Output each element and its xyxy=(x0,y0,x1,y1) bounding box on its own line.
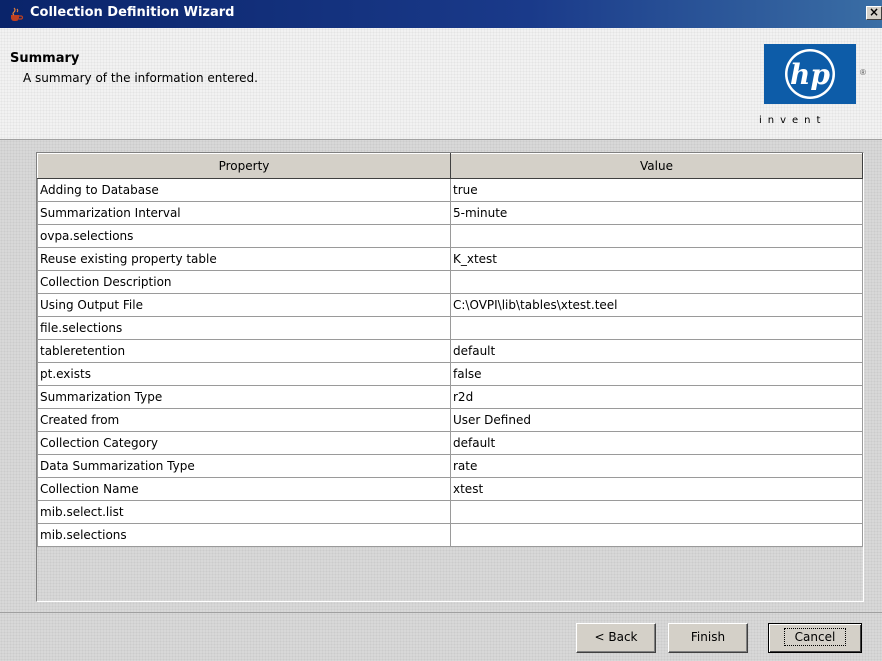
window-titlebar: Collection Definition Wizard × xyxy=(0,0,882,28)
property-cell[interactable]: Reuse existing property table xyxy=(37,247,451,271)
page-title: Summary xyxy=(10,51,80,66)
column-header-property[interactable]: Property xyxy=(37,153,451,179)
table-row[interactable]: Created from User Defined xyxy=(37,408,863,432)
property-cell[interactable]: pt.exists xyxy=(37,362,451,386)
property-cell[interactable]: ovpa.selections xyxy=(37,224,451,248)
property-cell[interactable]: Using Output File xyxy=(37,293,451,317)
property-cell[interactable]: Collection Category xyxy=(37,431,451,455)
table-row[interactable]: file.selections xyxy=(37,316,863,340)
table-row[interactable]: Collection Category default xyxy=(37,431,863,455)
java-cup-icon xyxy=(11,7,24,21)
value-cell[interactable]: User Defined xyxy=(450,408,863,432)
value-cell[interactable]: K_xtest xyxy=(450,247,863,271)
value-cell[interactable]: false xyxy=(450,362,863,386)
cancel-button[interactable]: Cancel xyxy=(768,623,862,653)
close-icon: × xyxy=(868,5,880,19)
table-row[interactable]: Data Summarization Type rate xyxy=(37,454,863,478)
finish-button[interactable]: Finish xyxy=(668,623,748,653)
property-cell[interactable]: Collection Description xyxy=(37,270,451,294)
property-cell[interactable]: Summarization Interval xyxy=(37,201,451,225)
property-cell[interactable]: file.selections xyxy=(37,316,451,340)
table-row[interactable]: ovpa.selections xyxy=(37,224,863,248)
window-title: Collection Definition Wizard xyxy=(30,5,235,20)
value-cell[interactable]: 5-minute xyxy=(450,201,863,225)
summary-table: Property Value Adding to Database true Sum… xyxy=(37,153,863,547)
table-row[interactable]: tableretention default xyxy=(37,339,863,363)
property-cell[interactable]: tableretention xyxy=(37,339,451,363)
cancel-button-label: Cancel xyxy=(783,628,847,646)
value-cell[interactable]: default xyxy=(450,339,863,363)
property-cell[interactable]: Adding to Database xyxy=(37,178,451,202)
hp-tagline: invent xyxy=(759,115,827,126)
summary-table-container[interactable]: Property Value Adding to Database true Sum… xyxy=(36,152,864,602)
table-row[interactable]: Adding to Database true xyxy=(37,178,863,202)
value-cell[interactable]: default xyxy=(450,431,863,455)
value-cell[interactable]: C:\OVPI\lib\tables\xtest.teel xyxy=(450,293,863,317)
value-cell[interactable]: true xyxy=(450,178,863,202)
back-button[interactable]: < Back xyxy=(576,623,656,653)
value-cell[interactable]: rate xyxy=(450,454,863,478)
table-row[interactable]: Summarization Interval 5-minute xyxy=(37,201,863,225)
property-cell[interactable]: Collection Name xyxy=(37,477,451,501)
property-cell[interactable]: mib.select.list xyxy=(37,500,451,524)
wizard-header: Summary A summary of the information ent… xyxy=(0,28,882,140)
table-row[interactable]: Summarization Type r2d xyxy=(37,385,863,409)
table-row[interactable]: Collection Description xyxy=(37,270,863,294)
value-cell[interactable]: xtest xyxy=(450,477,863,501)
value-cell[interactable] xyxy=(450,316,863,340)
wizard-content: Property Value Adding to Database true Sum… xyxy=(0,140,882,612)
wizard-footer: < Back Finish Cancel xyxy=(0,612,882,661)
table-row[interactable]: Reuse existing property table K_xtest xyxy=(37,247,863,271)
property-cell[interactable]: Created from xyxy=(37,408,451,432)
registered-mark: ® xyxy=(860,68,866,77)
hp-logo-text: hp xyxy=(790,58,830,91)
value-cell[interactable] xyxy=(450,224,863,248)
table-row[interactable]: Collection Name xtest xyxy=(37,477,863,501)
table-row[interactable]: Using Output File C:\OVPI\lib\tables\xtes… xyxy=(37,293,863,317)
hp-logo-icon: hp xyxy=(764,44,856,104)
property-cell[interactable]: Data Summarization Type xyxy=(37,454,451,478)
table-row[interactable]: mib.select.list xyxy=(37,500,863,524)
value-cell[interactable] xyxy=(450,500,863,524)
value-cell[interactable] xyxy=(450,523,863,547)
column-header-value[interactable]: Value xyxy=(450,153,863,179)
close-button[interactable]: × xyxy=(866,6,882,20)
page-subtitle: A summary of the information entered. xyxy=(23,71,258,85)
property-cell[interactable]: Summarization Type xyxy=(37,385,451,409)
table-row[interactable]: pt.exists false xyxy=(37,362,863,386)
table-header-row: Property Value xyxy=(37,153,863,179)
property-cell[interactable]: mib.selections xyxy=(37,523,451,547)
value-cell[interactable]: r2d xyxy=(450,385,863,409)
table-row[interactable]: mib.selections xyxy=(37,523,863,547)
value-cell[interactable] xyxy=(450,270,863,294)
